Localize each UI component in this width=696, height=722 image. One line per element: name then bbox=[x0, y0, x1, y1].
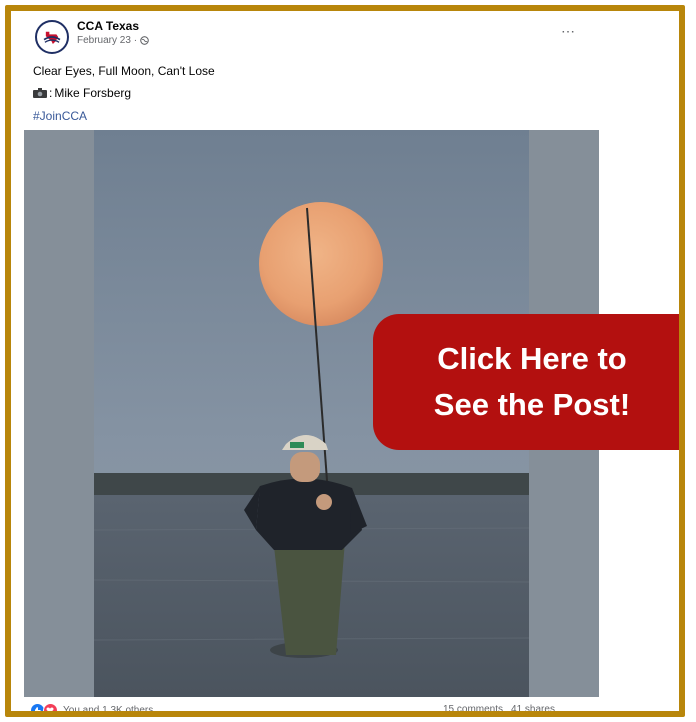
photo-credit: : Mike Forsberg bbox=[33, 86, 131, 100]
facebook-post: CCA Texas February 23 · ⋯ Clear Eyes, Fu… bbox=[11, 11, 679, 711]
engagement-counts: 15 comments 41 shares bbox=[443, 704, 555, 711]
post-meta: February 23 · bbox=[77, 35, 149, 46]
more-options-icon[interactable]: ⋯ bbox=[561, 24, 576, 38]
post-frame: CCA Texas February 23 · ⋯ Clear Eyes, Fu… bbox=[5, 5, 685, 717]
page-name[interactable]: CCA Texas bbox=[77, 19, 139, 33]
page-avatar[interactable] bbox=[35, 20, 69, 54]
shares-count[interactable]: 41 shares bbox=[511, 704, 555, 711]
photo-credit-name: Mike Forsberg bbox=[54, 86, 132, 100]
cta-line1: Click Here to bbox=[437, 341, 627, 376]
love-icon bbox=[43, 703, 58, 711]
comments-count[interactable]: 15 comments bbox=[443, 704, 503, 711]
click-here-banner[interactable]: Click Here to See the Post! bbox=[373, 314, 679, 450]
post-caption: Clear Eyes, Full Moon, Can't Lose bbox=[33, 64, 215, 78]
cta-line2: See the Post! bbox=[433, 387, 631, 422]
reactions-summary[interactable]: You and 1.3K others bbox=[31, 703, 154, 716]
camera-icon bbox=[33, 88, 47, 98]
cca-logo-icon bbox=[38, 23, 66, 51]
hashtag-link[interactable]: #JoinCCA bbox=[33, 109, 87, 123]
globe-icon bbox=[140, 36, 149, 45]
post-date[interactable]: February 23 · bbox=[77, 35, 137, 46]
reactions-text: You and 1.3K others bbox=[63, 705, 154, 716]
